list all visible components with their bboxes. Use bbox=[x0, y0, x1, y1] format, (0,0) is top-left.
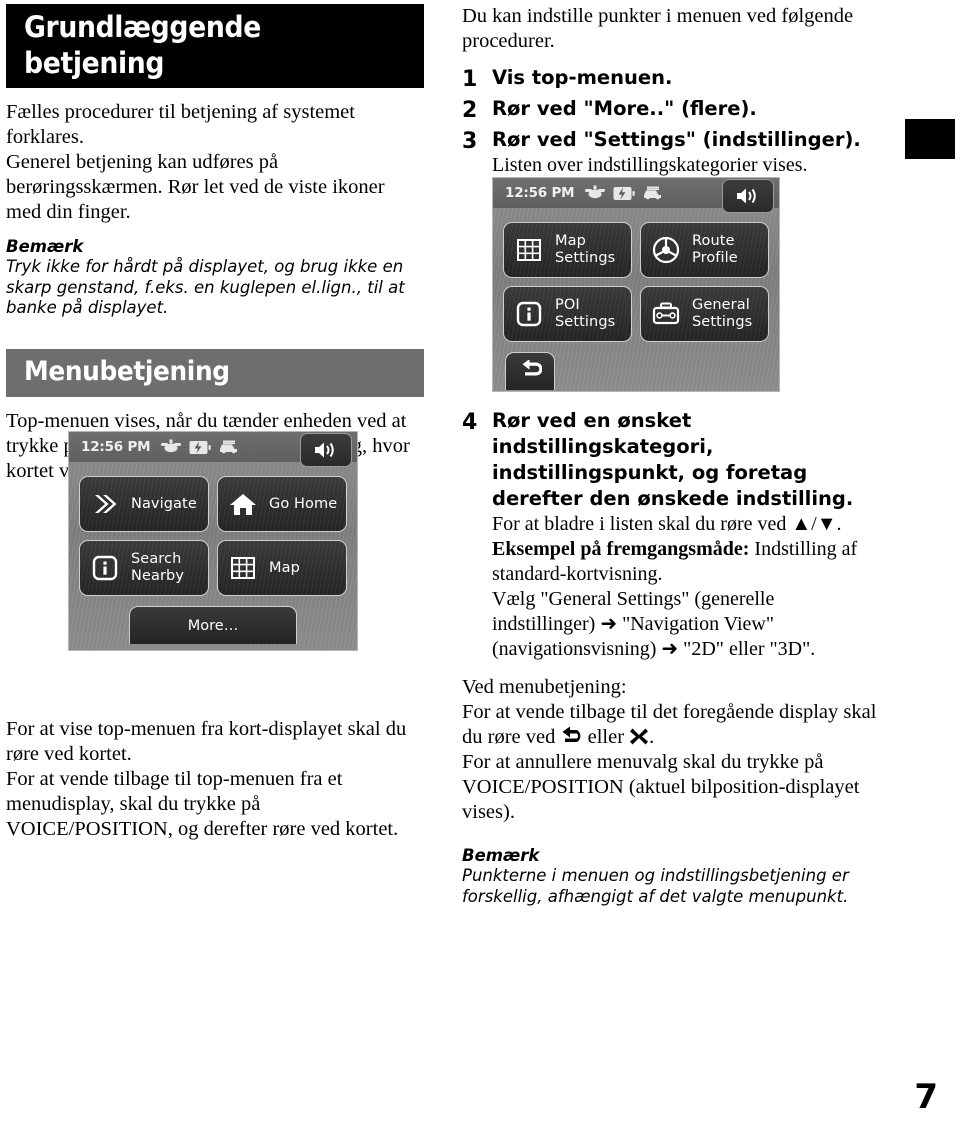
step-heading: Rør ved "More.." (flere). bbox=[492, 97, 757, 120]
manual-page: Grundlæggende betjening Fælles procedure… bbox=[0, 0, 960, 1128]
section-heading-menu-operation: Menubetjening bbox=[6, 348, 424, 397]
menu-ops-title: Ved menubetjening: bbox=[462, 676, 627, 698]
intro-paragraph-2: Generel betjening kan udføres på berørin… bbox=[6, 151, 385, 223]
status-clock: 12:56 PM bbox=[81, 439, 151, 455]
speaker-icon[interactable] bbox=[300, 433, 352, 467]
steering-wheel-icon bbox=[650, 236, 682, 264]
device-status-bar: 12:56 PM bbox=[69, 432, 357, 467]
back-arrow-icon bbox=[518, 358, 543, 384]
step4-example-label: Eksempel på fremgangsmåde: bbox=[492, 538, 750, 560]
right-intro-paragraph: Du kan indstille punkter i menuen ved fø… bbox=[462, 5, 854, 52]
device-back-row bbox=[493, 346, 779, 390]
menu-ops-line-2: For at annullere menuvalg skal du trykke… bbox=[462, 751, 860, 823]
device-button-search-nearby[interactable]: Search Nearby bbox=[79, 540, 209, 596]
menu-ops-line1-a: For at vende tilbage til det foregående … bbox=[462, 701, 877, 748]
page-tab-marker bbox=[905, 119, 955, 159]
device-button-route-profile[interactable]: Route Profile bbox=[640, 222, 769, 278]
device-button-label: Route Profile bbox=[692, 233, 738, 266]
battery-charging-icon bbox=[613, 186, 636, 201]
device-button-go-home[interactable]: Go Home bbox=[217, 476, 347, 532]
device-button-map[interactable]: Map bbox=[217, 540, 347, 596]
menu-ops-line1-b: eller bbox=[582, 726, 630, 748]
section-heading-label: Grundlæggende betjening bbox=[24, 10, 261, 80]
traffic-car-icon bbox=[642, 186, 664, 201]
step-1: 1 Vis top-menuen. bbox=[462, 65, 882, 94]
step-2: 2 Rør ved "More.." (flere). bbox=[462, 96, 882, 125]
home-icon bbox=[227, 492, 259, 517]
step-number: 4 bbox=[462, 410, 478, 435]
device-screenshot-settings: 12:56 PM Map Settings Route Profile POI … bbox=[492, 177, 780, 392]
device-button-grid: Map Settings Route Profile POI Settings … bbox=[493, 208, 779, 346]
device-button-label: POI Settings bbox=[555, 297, 616, 330]
step4-path-line: Vælg "General Settings" (generelle indst… bbox=[492, 588, 816, 660]
satellite-icon bbox=[160, 439, 182, 455]
back-arrow-icon bbox=[562, 726, 581, 742]
left-column: Grundlæggende betjening Fælles procedure… bbox=[6, 4, 424, 842]
satellite-icon bbox=[584, 185, 606, 201]
note-title-2: Bemærk bbox=[462, 846, 540, 865]
device-button-label: General Settings bbox=[692, 297, 753, 330]
after-image-paragraph-1: For at vise top-menuen fra kort-displaye… bbox=[6, 717, 407, 765]
step-number: 3 bbox=[462, 129, 478, 154]
step-number: 2 bbox=[462, 98, 478, 123]
right-column: Du kan indstille punkter i menuen ved fø… bbox=[462, 4, 882, 907]
traffic-car-icon bbox=[218, 440, 240, 455]
note-body-1: Tryk ikke for hårdt på displayet, og bru… bbox=[6, 257, 405, 317]
step4-example-line: Eksempel på fremgangsmåde: Indstilling a… bbox=[492, 537, 882, 587]
status-clock: 12:56 PM bbox=[505, 185, 575, 201]
chevron-double-right-icon bbox=[89, 492, 121, 516]
step-3: 3 Rør ved "Settings" (indstillinger). Li… bbox=[462, 127, 882, 178]
section-heading-label: Menubetjening bbox=[24, 355, 230, 387]
device-more-row: More… bbox=[69, 600, 357, 644]
close-x-icon bbox=[630, 728, 649, 745]
step-number: 1 bbox=[462, 67, 478, 92]
note-title-1: Bemærk bbox=[6, 237, 84, 256]
toolbox-icon bbox=[650, 302, 682, 326]
map-grid-icon bbox=[513, 237, 545, 263]
note-body-2: Punkterne i menuen og indstillingsbetjen… bbox=[462, 866, 849, 906]
step4-scroll-line: For at bladre i listen skal du røre ved … bbox=[492, 513, 842, 535]
section-heading-basic-operation: Grundlæggende betjening bbox=[6, 4, 424, 88]
after-image-paragraph-2: For at vende tilbage til top-menuen fra … bbox=[6, 767, 399, 840]
device-button-more[interactable]: More… bbox=[129, 606, 297, 644]
device-button-label: Map bbox=[269, 559, 300, 576]
device-button-label: Search Nearby bbox=[131, 551, 184, 584]
device-button-label: Go Home bbox=[269, 495, 338, 512]
page-number: 7 bbox=[914, 1077, 938, 1117]
device-button-back[interactable] bbox=[505, 352, 555, 390]
status-icon-group bbox=[160, 439, 240, 455]
step-heading: Rør ved en ønsket indstillingskategori, … bbox=[492, 409, 854, 510]
device-button-label: Navigate bbox=[131, 495, 197, 512]
speaker-icon[interactable] bbox=[722, 179, 774, 213]
device-status-bar: 12:56 PM bbox=[493, 178, 779, 213]
step-subtext: Listen over indstillingskategorier vises… bbox=[492, 154, 808, 176]
step-heading: Vis top-menuen. bbox=[492, 66, 673, 89]
menu-ops-line-1: For at vende tilbage til det foregående … bbox=[462, 700, 882, 750]
intro-paragraph-1: Fælles procedurer til betjening af syste… bbox=[6, 101, 355, 148]
device-button-general-settings[interactable]: General Settings bbox=[640, 286, 769, 342]
info-icon bbox=[89, 555, 121, 581]
step-4: 4 Rør ved en ønsket indstillingskategori… bbox=[462, 408, 882, 662]
status-icon-group bbox=[584, 185, 664, 201]
device-button-label: More… bbox=[187, 617, 239, 634]
menu-ops-line1-c: . bbox=[649, 726, 655, 748]
info-icon bbox=[513, 301, 545, 327]
step-heading: Rør ved "Settings" (indstillinger). bbox=[492, 128, 861, 151]
device-button-navigate[interactable]: Navigate bbox=[79, 476, 209, 532]
device-button-label: Map Settings bbox=[555, 233, 616, 266]
map-grid-icon bbox=[227, 555, 259, 581]
battery-charging-icon bbox=[189, 440, 212, 455]
device-screenshot-top-menu: 12:56 PM Navigate Go Home Search Nearby … bbox=[68, 431, 358, 651]
device-button-map-settings[interactable]: Map Settings bbox=[503, 222, 632, 278]
device-button-poi-settings[interactable]: POI Settings bbox=[503, 286, 632, 342]
device-button-grid: Navigate Go Home Search Nearby Map bbox=[69, 462, 357, 600]
